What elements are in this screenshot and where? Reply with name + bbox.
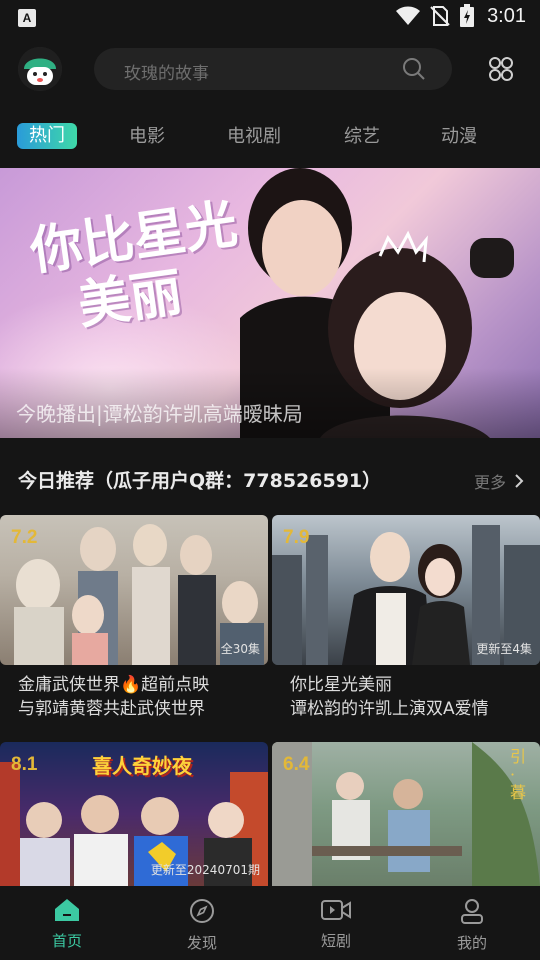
tab-movies[interactable]: 电影: [129, 122, 165, 148]
rating-score: 7.9: [283, 527, 310, 548]
banner-caption: 今晚播出|谭松韵许凯高端暧昧局: [16, 402, 303, 426]
card-subtitle: 谭松韵的许凯上演双A爱情: [290, 699, 489, 719]
user-icon: [461, 899, 483, 924]
bottom-navigation: 首页 发现 短剧 我的: [0, 886, 540, 960]
app-notification-icon: A: [18, 9, 36, 27]
more-button[interactable]: 更多: [474, 469, 524, 493]
video-card[interactable]: 喜人奇妙夜 8.1 更新至20240701期: [0, 742, 268, 886]
tab-variety[interactable]: 综艺: [344, 122, 380, 148]
card-title: 金庸武侠世界🔥超前点映: [18, 675, 210, 695]
top-header: 玫瑰的故事: [0, 44, 540, 96]
tab-tv-series[interactable]: 电视剧: [227, 122, 281, 148]
chevron-right-icon: [515, 474, 524, 488]
tab-hot[interactable]: 热门: [17, 123, 77, 149]
video-thumbnail[interactable]: 喜人奇妙夜 8.1 更新至20240701期: [0, 742, 268, 886]
nav-profile[interactable]: 我的: [432, 898, 512, 953]
battery-charging-icon: [460, 4, 475, 27]
home-icon: [55, 899, 79, 921]
poster-title: 喜人奇妙夜: [92, 754, 192, 778]
card-title: 你比星光美丽: [290, 675, 392, 695]
episode-badge: 更新至4集: [476, 642, 532, 656]
video-icon: [321, 900, 351, 920]
avatar[interactable]: [18, 47, 62, 91]
category-grid-icon[interactable]: [488, 56, 514, 82]
rating-score: 8.1: [11, 754, 38, 775]
section-title: 今日推荐（瓜子用户Q群：778526591）: [18, 470, 382, 492]
category-tabs: 热门 电影 电视剧 综艺 动漫: [0, 118, 540, 154]
featured-banner[interactable]: 你比星光 美丽 今晚播出|谭松韵许凯高端暧昧局: [0, 168, 540, 438]
rating-score: 7.2: [11, 527, 38, 548]
video-thumbnail[interactable]: 引·暮 6.4: [272, 742, 540, 886]
recommend-section-header: 今日推荐（瓜子用户Q群：778526591） 更多: [18, 466, 524, 496]
rating-score: 6.4: [283, 754, 310, 775]
compass-icon: [190, 899, 214, 923]
video-card[interactable]: 7.9 更新至4集 你比星光美丽 谭松韵的许凯上演双A爱情: [272, 515, 540, 721]
no-sim-icon: [430, 6, 450, 26]
video-thumbnail[interactable]: 7.9 更新至4集: [272, 515, 540, 665]
episode-badge: 全30集: [220, 642, 260, 656]
search-icon[interactable]: [402, 57, 426, 81]
search-bar[interactable]: 玫瑰的故事: [94, 48, 452, 90]
poster-title: 引·暮: [510, 747, 527, 802]
episode-badge: 更新至20240701期: [150, 863, 260, 877]
clock: 3:01: [487, 4, 526, 27]
nav-short-drama[interactable]: 短剧: [296, 898, 376, 951]
search-input[interactable]: 玫瑰的故事: [124, 59, 209, 84]
wifi-icon: [396, 6, 421, 25]
video-card[interactable]: 引·暮 6.4: [272, 742, 540, 886]
tab-anime[interactable]: 动漫: [441, 122, 477, 148]
card-subtitle: 与郭靖黄蓉共赴武侠世界: [18, 699, 205, 719]
nav-home[interactable]: 首页: [27, 898, 107, 951]
status-bar: A 3:01: [0, 0, 540, 36]
nav-discover[interactable]: 发现: [162, 898, 242, 953]
video-card[interactable]: 7.2 全30集 金庸武侠世界🔥超前点映 与郭靖黄蓉共赴武侠世界: [0, 515, 268, 721]
video-thumbnail[interactable]: 7.2 全30集: [0, 515, 268, 665]
